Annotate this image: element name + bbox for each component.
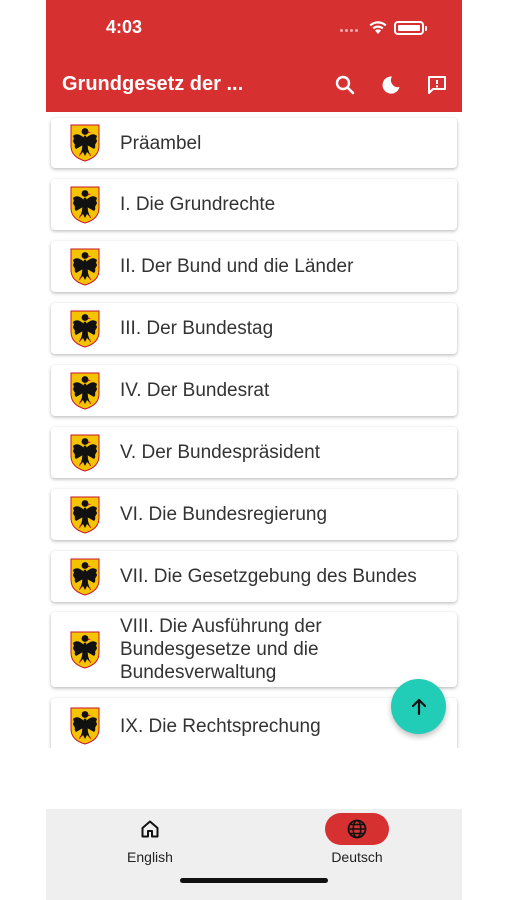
nav-label: English <box>127 849 173 865</box>
globe-icon <box>347 819 367 839</box>
app-screen: 4:03 Grundgesetz der ... Präambel I. Die… <box>46 0 462 900</box>
search-icon <box>335 75 355 95</box>
nav-label: Deutsch <box>331 849 383 865</box>
eagle-coat-of-arms-icon <box>70 186 100 224</box>
section-label: IV. Der Bundesrat <box>120 380 270 401</box>
list-item[interactable]: II. Der Bund und die Länder <box>51 241 457 292</box>
section-label: V. Der Bundespräsident <box>120 442 320 463</box>
page-title: Grundgesetz der ... <box>62 73 244 95</box>
home-icon <box>141 820 159 838</box>
section-label: VI. Die Bundesregierung <box>120 504 328 525</box>
section-label: VIII. Die Ausführung der Bundesgesetze u… <box>120 616 322 683</box>
arrow-up-icon <box>411 698 426 715</box>
section-label: Präambel <box>120 132 202 154</box>
scroll-to-top-button[interactable] <box>391 679 446 734</box>
list-item[interactable]: Präambel <box>51 118 457 168</box>
moon-icon <box>382 76 400 94</box>
feedback-icon <box>428 76 446 94</box>
list-item[interactable]: VIII. Die Ausführung der Bundesgesetze u… <box>51 612 457 687</box>
section-label: III. Der Bundestag <box>120 318 274 339</box>
list-item[interactable]: V. Der Bundespräsident <box>51 427 457 478</box>
status-time: 4:03 <box>106 17 143 37</box>
eagle-coat-of-arms-icon <box>70 248 100 286</box>
bottom-navigation: English Deutsch <box>46 809 462 900</box>
home-indicator <box>180 878 328 883</box>
wifi-icon <box>369 21 387 34</box>
section-label: I. Die Grundrechte <box>120 194 276 215</box>
nav-icon-container <box>118 813 182 845</box>
nav-english[interactable]: English <box>80 809 220 879</box>
section-label: VII. Die Gesetzgebung des Bundes <box>120 566 417 587</box>
feedback-button[interactable] <box>424 72 450 98</box>
cellular-signal-icon <box>340 29 362 32</box>
nav-deutsch[interactable]: Deutsch <box>287 809 427 879</box>
nav-icon-container-selected <box>325 813 389 845</box>
eagle-coat-of-arms-icon <box>70 558 100 596</box>
list-item[interactable]: VII. Die Gesetzgebung des Bundes <box>51 551 457 602</box>
section-label: II. Der Bund und die Länder <box>120 256 354 277</box>
eagle-coat-of-arms-icon <box>70 124 100 162</box>
list-item[interactable]: VI. Die Bundesregierung <box>51 489 457 540</box>
eagle-coat-of-arms-icon <box>70 434 100 472</box>
search-button[interactable] <box>332 72 358 98</box>
eagle-coat-of-arms-icon <box>70 496 100 534</box>
section-list: Präambel I. Die Grundrechte II. Der Bund… <box>46 112 462 748</box>
battery-icon <box>394 21 427 35</box>
dark-mode-button[interactable] <box>378 72 404 98</box>
list-item[interactable]: I. Die Grundrechte <box>51 179 457 230</box>
eagle-coat-of-arms-icon <box>70 310 100 348</box>
list-item[interactable]: IV. Der Bundesrat <box>51 365 457 416</box>
eagle-coat-of-arms-icon <box>70 707 100 745</box>
app-bar: 4:03 Grundgesetz der ... <box>46 0 462 112</box>
eagle-coat-of-arms-icon <box>70 631 100 669</box>
list-item[interactable]: III. Der Bundestag <box>51 303 457 354</box>
eagle-coat-of-arms-icon <box>70 372 100 410</box>
